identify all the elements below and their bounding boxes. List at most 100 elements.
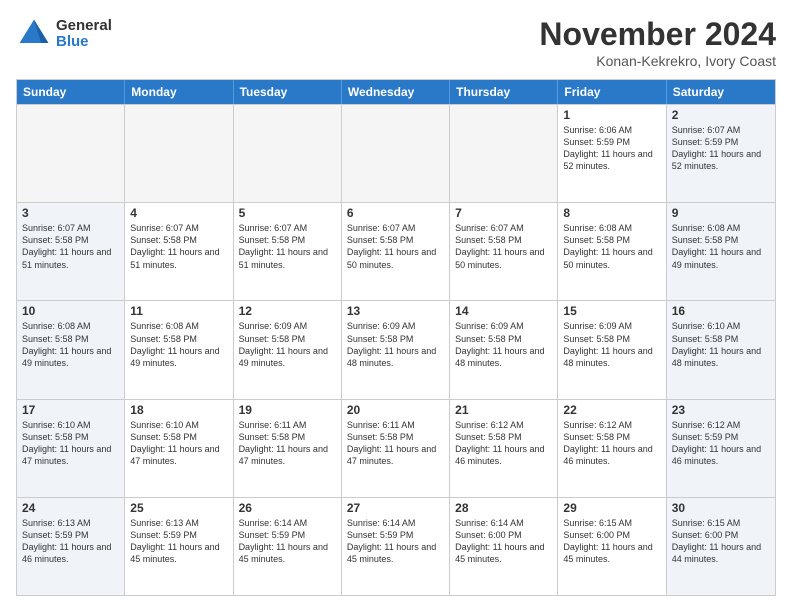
day-number: 9 (672, 206, 770, 220)
day-info: Sunrise: 6:09 AM Sunset: 5:58 PM Dayligh… (239, 320, 336, 369)
day-number: 12 (239, 304, 336, 318)
page: General Blue November 2024 Konan-Kekrekr… (0, 0, 792, 612)
calendar-cell: 22 Sunrise: 6:12 AM Sunset: 5:58 PM Dayli… (558, 400, 666, 497)
day-number: 18 (130, 403, 227, 417)
calendar-cell (125, 105, 233, 202)
calendar-cell (342, 105, 450, 202)
calendar-body: 1 Sunrise: 6:06 AM Sunset: 5:59 PM Daylig… (17, 104, 775, 595)
day-number: 17 (22, 403, 119, 417)
day-number: 24 (22, 501, 119, 515)
day-number: 19 (239, 403, 336, 417)
calendar-cell: 13Sunrise: 6:09 AM Sunset: 5:58 PM Dayli… (342, 301, 450, 398)
calendar-cell: 7 Sunrise: 6:07 AM Sunset: 5:58 PM Daylig… (450, 203, 558, 300)
calendar-cell: 19 Sunrise: 6:11 AM Sunset: 5:58 PM Dayli… (234, 400, 342, 497)
day-info: Sunrise: 6:07 AM Sunset: 5:58 PM Dayligh… (455, 222, 552, 271)
logo-general: General (56, 18, 112, 35)
logo-icon (16, 16, 52, 52)
day-number: 10 (22, 304, 119, 318)
calendar-cell: 8 Sunrise: 6:08 AM Sunset: 5:58 PM Daylig… (558, 203, 666, 300)
calendar-cell (17, 105, 125, 202)
day-info: Sunrise: 6:07 AM Sunset: 5:58 PM Dayligh… (239, 222, 336, 271)
calendar-cell (234, 105, 342, 202)
calendar-row-0: 1 Sunrise: 6:06 AM Sunset: 5:59 PM Daylig… (17, 104, 775, 202)
day-number: 4 (130, 206, 227, 220)
header-day-sunday: Sunday (17, 80, 125, 104)
day-info: Sunrise: 6:08 AM Sunset: 5:58 PM Dayligh… (22, 320, 119, 369)
calendar-cell: 24 Sunrise: 6:13 AM Sunset: 5:59 PM Dayli… (17, 498, 125, 595)
day-number: 27 (347, 501, 444, 515)
logo: General Blue (16, 16, 112, 52)
day-number: 29 (563, 501, 660, 515)
day-info: Sunrise: 6:12 AM Sunset: 5:58 PM Dayligh… (563, 419, 660, 468)
calendar-cell: 25Sunrise: 6:13 AM Sunset: 5:59 PM Dayli… (125, 498, 233, 595)
calendar-cell: 16Sunrise: 6:10 AM Sunset: 5:58 PM Dayli… (667, 301, 775, 398)
calendar-cell: 21 Sunrise: 6:12 AM Sunset: 5:58 PM Dayli… (450, 400, 558, 497)
day-info: Sunrise: 6:10 AM Sunset: 5:58 PM Dayligh… (130, 419, 227, 468)
calendar-cell: 11Sunrise: 6:08 AM Sunset: 5:58 PM Dayli… (125, 301, 233, 398)
header: General Blue November 2024 Konan-Kekrekr… (16, 16, 776, 69)
day-info: Sunrise: 6:07 AM Sunset: 5:59 PM Dayligh… (672, 124, 770, 173)
day-number: 13 (347, 304, 444, 318)
day-info: Sunrise: 6:07 AM Sunset: 5:58 PM Dayligh… (130, 222, 227, 271)
calendar-cell: 27 Sunrise: 6:14 AM Sunset: 5:59 PM Dayli… (342, 498, 450, 595)
day-number: 3 (22, 206, 119, 220)
logo-blue: Blue (56, 34, 112, 51)
day-info: Sunrise: 6:13 AM Sunset: 5:59 PM Dayligh… (22, 517, 119, 566)
day-info: Sunrise: 6:11 AM Sunset: 5:58 PM Dayligh… (239, 419, 336, 468)
month-title: November 2024 (539, 16, 776, 53)
day-number: 14 (455, 304, 552, 318)
calendar-cell: 3Sunrise: 6:07 AM Sunset: 5:58 PM Daylig… (17, 203, 125, 300)
header-day-saturday: Saturday (667, 80, 775, 104)
calendar-cell: 14 Sunrise: 6:09 AM Sunset: 5:58 PM Dayli… (450, 301, 558, 398)
day-info: Sunrise: 6:08 AM Sunset: 5:58 PM Dayligh… (130, 320, 227, 369)
calendar-cell: 4 Sunrise: 6:07 AM Sunset: 5:58 PM Daylig… (125, 203, 233, 300)
calendar-row-2: 10 Sunrise: 6:08 AM Sunset: 5:58 PM Dayli… (17, 300, 775, 398)
location: Konan-Kekrekro, Ivory Coast (539, 53, 776, 69)
day-number: 2 (672, 108, 770, 122)
day-number: 20 (347, 403, 444, 417)
header-day-thursday: Thursday (450, 80, 558, 104)
calendar-cell: 1 Sunrise: 6:06 AM Sunset: 5:59 PM Daylig… (558, 105, 666, 202)
day-info: Sunrise: 6:15 AM Sunset: 6:00 PM Dayligh… (672, 517, 770, 566)
day-number: 30 (672, 501, 770, 515)
day-number: 22 (563, 403, 660, 417)
day-info: Sunrise: 6:14 AM Sunset: 5:59 PM Dayligh… (347, 517, 444, 566)
calendar-cell: 29Sunrise: 6:15 AM Sunset: 6:00 PM Dayli… (558, 498, 666, 595)
header-day-tuesday: Tuesday (234, 80, 342, 104)
day-info: Sunrise: 6:08 AM Sunset: 5:58 PM Dayligh… (563, 222, 660, 271)
day-number: 26 (239, 501, 336, 515)
calendar-header: SundayMondayTuesdayWednesdayThursdayFrid… (17, 80, 775, 104)
day-info: Sunrise: 6:09 AM Sunset: 5:58 PM Dayligh… (455, 320, 552, 369)
day-info: Sunrise: 6:10 AM Sunset: 5:58 PM Dayligh… (22, 419, 119, 468)
title-block: November 2024 Konan-Kekrekro, Ivory Coas… (539, 16, 776, 69)
day-info: Sunrise: 6:08 AM Sunset: 5:58 PM Dayligh… (672, 222, 770, 271)
calendar-cell: 2 Sunrise: 6:07 AM Sunset: 5:59 PM Daylig… (667, 105, 775, 202)
day-info: Sunrise: 6:14 AM Sunset: 5:59 PM Dayligh… (239, 517, 336, 566)
day-number: 1 (563, 108, 660, 122)
day-number: 7 (455, 206, 552, 220)
day-number: 8 (563, 206, 660, 220)
calendar-cell: 23 Sunrise: 6:12 AM Sunset: 5:59 PM Dayli… (667, 400, 775, 497)
header-day-wednesday: Wednesday (342, 80, 450, 104)
day-number: 15 (563, 304, 660, 318)
calendar-cell: 18 Sunrise: 6:10 AM Sunset: 5:58 PM Dayli… (125, 400, 233, 497)
day-number: 23 (672, 403, 770, 417)
calendar-cell: 6 Sunrise: 6:07 AM Sunset: 5:58 PM Daylig… (342, 203, 450, 300)
day-info: Sunrise: 6:07 AM Sunset: 5:58 PM Dayligh… (347, 222, 444, 271)
calendar-cell: 26 Sunrise: 6:14 AM Sunset: 5:59 PM Dayli… (234, 498, 342, 595)
day-info: Sunrise: 6:06 AM Sunset: 5:59 PM Dayligh… (563, 124, 660, 173)
day-number: 21 (455, 403, 552, 417)
day-info: Sunrise: 6:12 AM Sunset: 5:59 PM Dayligh… (672, 419, 770, 468)
calendar-cell: 9 Sunrise: 6:08 AM Sunset: 5:58 PM Daylig… (667, 203, 775, 300)
day-info: Sunrise: 6:09 AM Sunset: 5:58 PM Dayligh… (563, 320, 660, 369)
calendar-cell: 30 Sunrise: 6:15 AM Sunset: 6:00 PM Dayli… (667, 498, 775, 595)
calendar-row-1: 3 Sunrise: 6:07 AM Sunset: 5:58 PM Daylig… (17, 202, 775, 300)
day-number: 16 (672, 304, 770, 318)
day-info: Sunrise: 6:12 AM Sunset: 5:58 PM Dayligh… (455, 419, 552, 468)
logo-text: General Blue (56, 18, 112, 51)
calendar-row-3: 17 Sunrise: 6:10 AM Sunset: 5:58 PM Dayli… (17, 399, 775, 497)
calendar-cell: 15 Sunrise: 6:09 AM Sunset: 5:58 PM Dayli… (558, 301, 666, 398)
calendar-cell (450, 105, 558, 202)
day-number: 6 (347, 206, 444, 220)
calendar-cell: 10 Sunrise: 6:08 AM Sunset: 5:58 PM Dayli… (17, 301, 125, 398)
